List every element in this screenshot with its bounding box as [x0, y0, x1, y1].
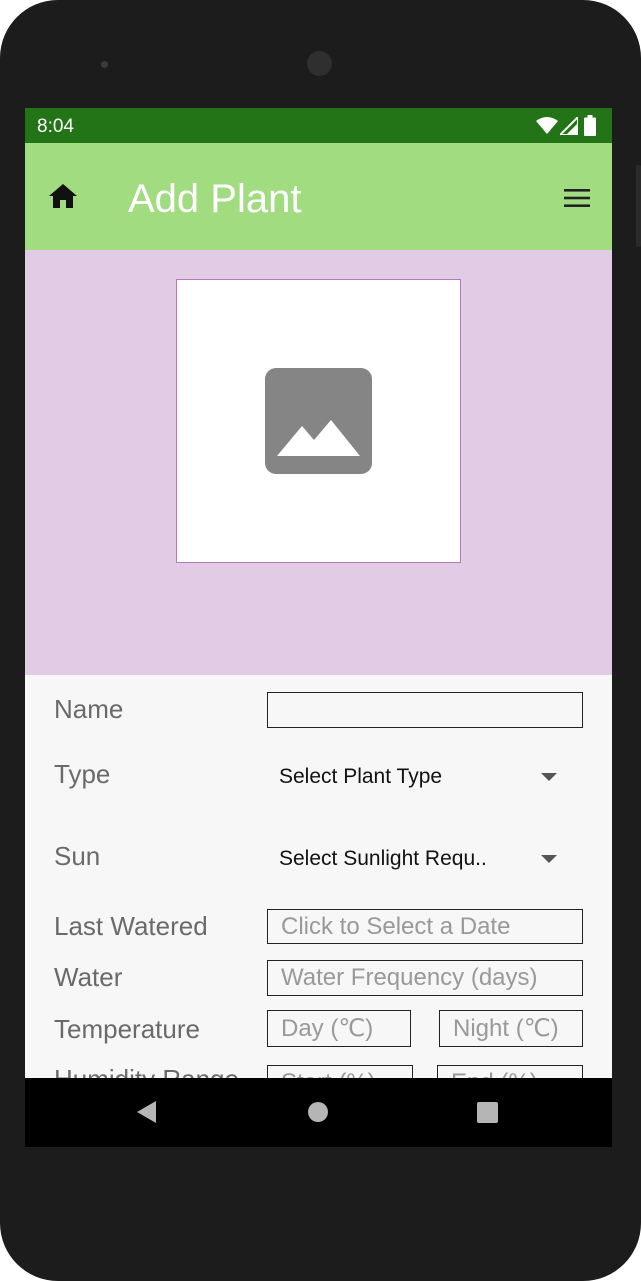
menu-icon	[564, 189, 590, 207]
home-button[interactable]	[48, 183, 82, 213]
battery-icon	[584, 115, 596, 136]
last-watered-date-field[interactable]: Click to Select a Date	[267, 909, 583, 944]
home-icon	[49, 184, 77, 208]
side-button	[636, 165, 641, 247]
water-label: Water	[54, 962, 123, 992]
plant-type-select[interactable]: Select Plant Type	[279, 765, 442, 789]
menu-button[interactable]	[563, 187, 593, 211]
wifi-icon	[536, 117, 558, 134]
recents-icon[interactable]	[477, 1102, 498, 1123]
status-time: 8:04	[37, 116, 74, 137]
humidity-start-placeholder: Start (%)	[281, 1069, 376, 1078]
back-icon[interactable]	[137, 1101, 156, 1123]
sunlight-select[interactable]: Select Sunlight Requ..	[279, 847, 487, 871]
status-bar: 8:04	[25, 108, 612, 143]
plant-form: Name Type Select Plant Type Sun Select S…	[25, 675, 612, 1078]
front-camera	[307, 51, 332, 76]
status-icons	[536, 115, 602, 137]
night-temperature-input[interactable]: Night (℃)	[439, 1010, 583, 1047]
image-placeholder-icon	[265, 368, 372, 474]
type-label: Type	[54, 759, 111, 789]
humidity-label: Humidity Range	[54, 1064, 239, 1078]
water-frequency-placeholder: Water Frequency (days)	[281, 964, 538, 991]
proximity-sensor	[101, 61, 108, 68]
signal-icon	[560, 117, 578, 135]
navigation-bar	[25, 1078, 612, 1147]
humidity-end-placeholder: End (%)	[451, 1069, 538, 1078]
home-circle-icon[interactable]	[308, 1102, 328, 1122]
temperature-label: Temperature	[54, 1014, 200, 1044]
humidity-start-input[interactable]: Start (%)	[267, 1065, 413, 1078]
page-title: Add Plant	[128, 177, 302, 221]
sun-label: Sun	[54, 841, 101, 871]
night-temperature-placeholder: Night (℃)	[453, 1015, 559, 1042]
day-temperature-input[interactable]: Day (℃)	[267, 1010, 411, 1047]
app-bar: Add Plant	[25, 143, 612, 250]
humidity-end-input[interactable]: End (%)	[437, 1065, 583, 1078]
type-dropdown-arrow-icon[interactable]	[541, 773, 557, 781]
plant-photo-picker[interactable]	[176, 279, 461, 563]
name-label: Name	[54, 694, 124, 724]
phone-frame: 8:04 Add Plant Name Type Select Plant Ty…	[0, 0, 641, 1281]
last-watered-label: Last Watered	[54, 911, 208, 941]
name-input[interactable]	[267, 692, 583, 728]
last-watered-placeholder: Click to Select a Date	[281, 913, 511, 940]
sun-dropdown-arrow-icon[interactable]	[541, 855, 557, 863]
screen: 8:04 Add Plant Name Type Select Plant Ty…	[25, 108, 612, 1147]
photo-section	[25, 250, 612, 675]
day-temperature-placeholder: Day (℃)	[281, 1015, 374, 1042]
water-frequency-input[interactable]: Water Frequency (days)	[267, 960, 583, 996]
